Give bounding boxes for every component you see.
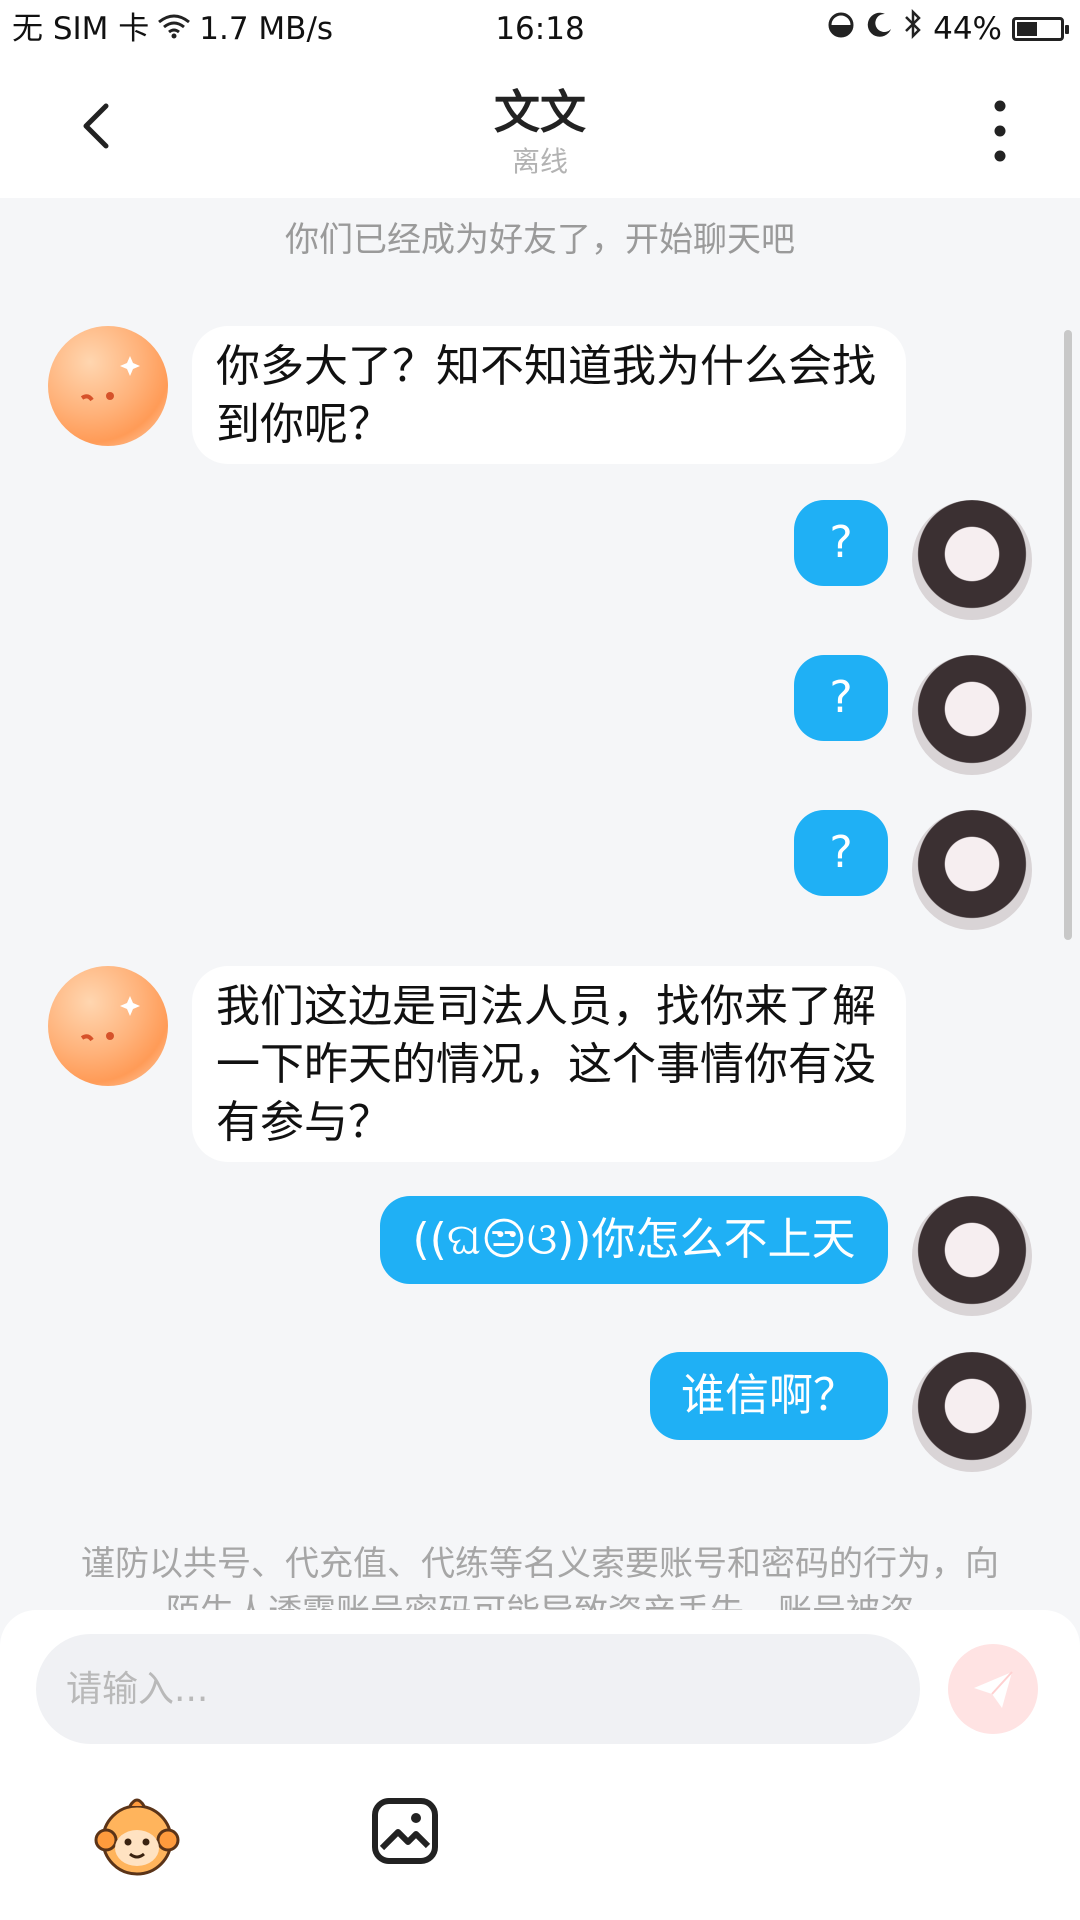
- message-input[interactable]: [36, 1634, 920, 1744]
- user-avatar[interactable]: [912, 500, 1032, 620]
- more-options-button[interactable]: [980, 96, 1020, 166]
- contact-status: 离线: [511, 145, 568, 178]
- contact-name: 文文: [494, 85, 586, 139]
- send-icon: [974, 1671, 1013, 1708]
- chat-header: 文文 离线: [0, 58, 1080, 198]
- message-bubble-incoming[interactable]: 你多大了？知不知道我为什么会找到你呢？: [192, 326, 906, 464]
- monkey-face-icon: [94, 1798, 180, 1876]
- status-bar: 无 SIM 卡 1.7 MB/s 16:18 44%: [0, 0, 1080, 58]
- battery-percent: 44%: [933, 11, 1002, 47]
- message-bubble-outgoing[interactable]: ((ଘ😒ଓ))你怎么不上天: [380, 1196, 888, 1284]
- user-avatar[interactable]: [912, 1196, 1032, 1316]
- image-icon: [372, 1798, 438, 1864]
- more-vertical-icon: [994, 100, 1006, 162]
- carrier-text: 无 SIM 卡: [12, 11, 150, 47]
- scrollbar[interactable]: [1064, 330, 1072, 940]
- message-bubble-outgoing[interactable]: ?: [794, 810, 888, 896]
- message-bubble-outgoing[interactable]: ?: [794, 500, 888, 586]
- user-avatar[interactable]: [912, 810, 1032, 930]
- status-left: 无 SIM 卡 1.7 MB/s: [12, 0, 333, 58]
- battery-icon: [1012, 17, 1069, 41]
- smiley-face-icon: [80, 996, 140, 1042]
- bluetooth-icon: [903, 0, 923, 58]
- message-bubble-outgoing[interactable]: ?: [794, 655, 888, 741]
- moon-icon: [865, 0, 893, 58]
- send-button[interactable]: [948, 1644, 1038, 1734]
- image-button[interactable]: [370, 1796, 440, 1866]
- network-speed: 1.7 MB/s: [199, 11, 334, 47]
- smiley-face-icon: [80, 356, 140, 402]
- status-right: 44%: [827, 0, 1069, 58]
- sticker-button[interactable]: [92, 1790, 182, 1880]
- message-bubble-incoming[interactable]: 我们这边是司法人员，找你来了解一下昨天的情况，这个事情你有没有参与？: [192, 966, 906, 1162]
- do-not-disturb-icon: [827, 0, 855, 58]
- security-warning: 谨防以共号、代充值、代练等名义索要账号和密码的行为，向陌生人透露账号密码可能导致…: [81, 1544, 999, 1610]
- contact-avatar[interactable]: [48, 966, 168, 1086]
- input-panel: [0, 1610, 1080, 1920]
- message-bubble-outgoing[interactable]: 谁信啊？: [650, 1352, 888, 1440]
- user-avatar[interactable]: [912, 655, 1032, 775]
- user-avatar[interactable]: [912, 1352, 1032, 1472]
- contact-avatar[interactable]: [48, 326, 168, 446]
- system-tip: 你们已经成为好友了，开始聊天吧: [285, 220, 795, 260]
- wifi-icon: [157, 0, 191, 58]
